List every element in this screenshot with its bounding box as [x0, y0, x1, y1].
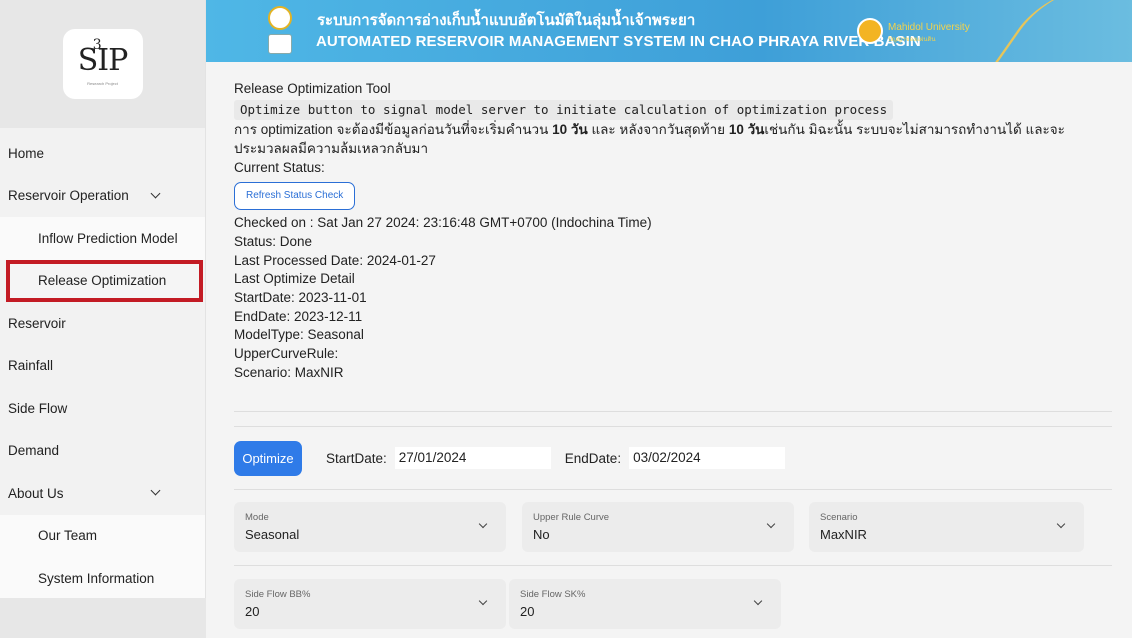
- current-status-label: Current Status:: [234, 159, 325, 175]
- chevron-down-icon: [478, 596, 488, 606]
- scenario-select-label: Scenario: [820, 512, 858, 523]
- end-date-label: EndDate:: [564, 450, 622, 466]
- chevron-down-icon: [478, 519, 488, 529]
- mode-select-value: Seasonal: [245, 527, 300, 542]
- chevron-down-icon: [766, 519, 776, 529]
- detail-end-date: EndDate: 2023-12-11: [234, 308, 363, 324]
- divider: [234, 411, 1112, 412]
- sidebar-item-about-us[interactable]: About Us: [0, 472, 205, 515]
- logo-area: 3 SIP Research Project: [0, 0, 205, 128]
- university-name: Mahidol University: [888, 22, 970, 33]
- last-optimize-detail-label: Last Optimize Detail: [234, 271, 355, 287]
- upper-rule-curve-value: No: [533, 527, 550, 542]
- upper-rule-curve-select[interactable]: Upper Rule Curve No: [522, 502, 794, 552]
- divider: [234, 489, 1112, 490]
- chevron-down-icon: [1056, 519, 1066, 529]
- sidebar-item-system-information[interactable]: System Information: [0, 557, 205, 600]
- logo-subtitle: Research Project: [87, 80, 118, 86]
- sidebar-item-reservoir[interactable]: Reservoir: [0, 302, 205, 345]
- chevron-down-icon: [150, 188, 161, 198]
- optimize-hint-code: Optimize button to signal model server t…: [234, 99, 894, 121]
- refresh-status-button[interactable]: Refresh Status Check: [234, 181, 356, 211]
- rid-seal-icon: [268, 6, 292, 30]
- sidebar-item-rainfall[interactable]: Rainfall: [0, 345, 205, 388]
- divider: [234, 426, 1112, 427]
- university-motto: ปัญญาของแผ่นดิน: [888, 37, 936, 43]
- sidebar-item-release-optimization[interactable]: Release Optimization: [6, 259, 203, 302]
- detail-start-date: StartDate: 2023-11-01: [234, 290, 367, 306]
- chevron-down-icon: [753, 596, 763, 606]
- start-date-input[interactable]: 27/01/2024: [394, 447, 551, 469]
- side-flow-bb-label: Side Flow BB%: [245, 589, 311, 600]
- detail-model-type: ModelType: Seasonal: [234, 327, 364, 343]
- decorative-swoosh: [982, 0, 1106, 62]
- scenario-select[interactable]: Scenario MaxNIR: [809, 502, 1084, 552]
- main-content: Release Optimization Tool Optimize butto…: [206, 62, 1132, 638]
- mahidol-logo-icon: [857, 18, 883, 44]
- logo-text: 3 SIP: [77, 36, 129, 78]
- upper-rule-curve-label: Upper Rule Curve: [533, 512, 610, 523]
- divider: [234, 565, 1112, 566]
- optimize-form-row: Optimize StartDate: 27/01/2024 EndDate: …: [234, 438, 799, 478]
- sidebar-item-reservoir-operation[interactable]: Reservoir Operation: [0, 175, 205, 218]
- status-section: Release Optimization Tool Optimize butto…: [234, 80, 1112, 383]
- page-title: Release Optimization Tool: [234, 81, 391, 96]
- detail-upper-curve-rule: UpperCurveRule:: [234, 346, 339, 362]
- side-flow-bb-value: 20: [245, 604, 260, 619]
- side-flow-sk-label: Side Flow SK%: [520, 589, 586, 600]
- optimize-button[interactable]: Optimize: [234, 440, 302, 476]
- chevron-down-icon: [150, 485, 161, 496]
- scenario-select-value: MaxNIR: [820, 527, 867, 542]
- side-flow-sk-select[interactable]: Side Flow SK% 20: [509, 579, 781, 629]
- sidebar-item-demand[interactable]: Demand: [0, 430, 205, 473]
- banner-title-english: AUTOMATED RESERVOIR MANAGEMENT SYSTEM IN…: [316, 33, 921, 50]
- anniversary-emblem-icon: [268, 34, 292, 54]
- checked-on-text: Checked on : Sat Jan 27 2024: 23:16:48 G…: [234, 215, 652, 231]
- last-processed-text: Last Processed Date: 2024-01-27: [234, 252, 436, 268]
- thai-warning-note: การ optimization จะต้องมีข้อมูลก่อนวันที…: [234, 122, 1065, 157]
- sidebar-item-side-flow[interactable]: Side Flow: [0, 387, 205, 430]
- sidebar-nav: Home Reservoir Operation Inflow Predicti…: [0, 128, 205, 600]
- mode-select-label: Mode: [245, 512, 269, 523]
- s3ip-logo[interactable]: 3 SIP Research Project: [62, 29, 143, 99]
- header-banner: ระบบการจัดการอ่างเก็บน้ำแบบอัตโนมัติในลุ…: [206, 0, 1132, 62]
- side-flow-sk-value: 20: [520, 604, 535, 619]
- banner-title-thai: ระบบการจัดการอ่างเก็บน้ำแบบอัตโนมัติในลุ…: [317, 12, 696, 29]
- sidebar-item-our-team[interactable]: Our Team: [0, 514, 205, 557]
- detail-scenario: Scenario: MaxNIR: [234, 364, 344, 380]
- status-text: Status: Done: [234, 233, 313, 249]
- start-date-label: StartDate:: [326, 450, 387, 466]
- sidebar-footer: [0, 598, 206, 638]
- sidebar-item-home[interactable]: Home: [0, 132, 205, 175]
- sidebar-item-inflow-prediction-model[interactable]: Inflow Prediction Model: [0, 217, 205, 260]
- sidebar: 3 SIP Research Project Home Reservoir Ope…: [0, 0, 206, 638]
- side-flow-bb-select[interactable]: Side Flow BB% 20: [234, 579, 506, 629]
- mode-select[interactable]: Mode Seasonal: [234, 502, 506, 552]
- end-date-input[interactable]: 03/02/2024: [629, 447, 786, 469]
